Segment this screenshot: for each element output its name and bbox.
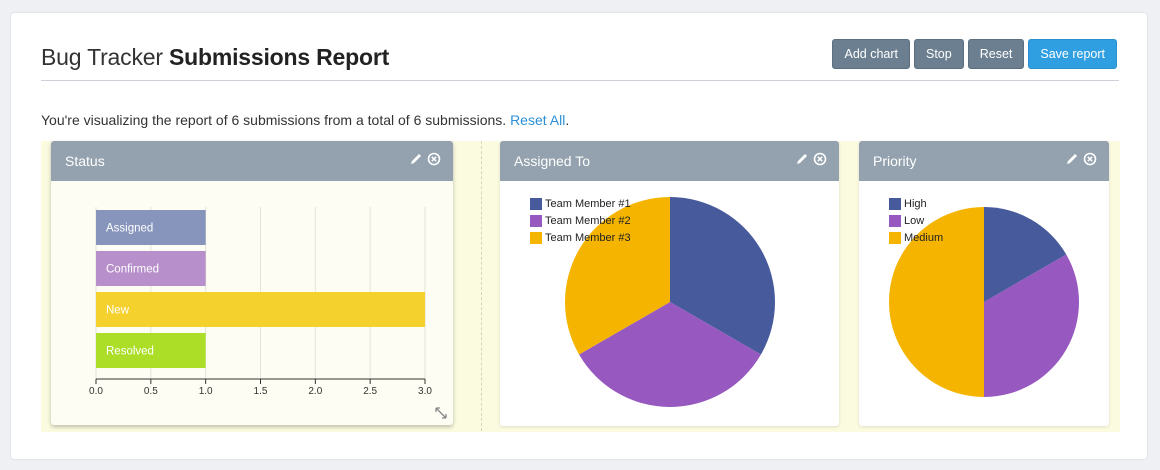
legend-label: Team Member #2 <box>545 214 631 227</box>
bar-label: Assigned <box>106 223 153 235</box>
priority-panel-header[interactable]: Priority <box>859 141 1109 181</box>
legend-item: High <box>889 195 943 212</box>
legend-label: Low <box>904 214 925 227</box>
edit-icon[interactable] <box>1065 152 1079 166</box>
status-panel-header[interactable]: Status <box>51 141 453 181</box>
legend-swatch <box>889 231 901 244</box>
legend-label: Medium <box>904 231 944 244</box>
title-prefix: Bug Tracker <box>41 44 163 70</box>
title-bold: Submissions Report <box>169 44 390 70</box>
legend-item: Medium <box>889 229 943 246</box>
legend-label: Team Member #3 <box>545 231 631 244</box>
assigned-panel-title: Assigned To <box>514 153 591 169</box>
assigned-panel-header[interactable]: Assigned To <box>500 141 839 181</box>
edit-icon[interactable] <box>409 152 423 166</box>
reset-button[interactable]: Reset <box>967 39 1025 69</box>
x-tick-label: 3.0 <box>418 386 432 397</box>
legend-item: Low <box>889 212 943 229</box>
bar[interactable] <box>96 292 425 327</box>
assigned-legend: Team Member #1 Team Member #2 Team Member … <box>530 195 631 246</box>
status-bar-chart: 0.0 0.5 1.0 1.5 2.0 2.5 3.0 Assigned Confirmed Ne… <box>89 207 432 397</box>
legend-swatch <box>530 231 542 244</box>
title-divider <box>41 80 1119 81</box>
resize-handle-icon[interactable] <box>435 407 447 419</box>
close-icon[interactable] <box>813 152 827 166</box>
summary-text: You're visualizing the report of 6 submi… <box>41 112 507 128</box>
legend-swatch <box>889 214 901 227</box>
x-tick-label: 2.5 <box>363 386 377 397</box>
legend-swatch <box>889 197 901 210</box>
legend-label: Team Member #1 <box>545 197 631 210</box>
status-panel-title: Status <box>65 153 105 169</box>
bar-label: Resolved <box>106 346 154 358</box>
priority-panel-title: Priority <box>873 153 917 169</box>
legend-swatch <box>530 197 542 210</box>
legend-label: High <box>904 197 927 210</box>
report-card: Bug Tracker Submissions Report Add chart… <box>10 12 1148 460</box>
reset-all-link[interactable]: Reset All <box>510 112 565 128</box>
legend-item: Team Member #3 <box>530 229 631 246</box>
page-title: Bug Tracker Submissions Report <box>41 44 389 71</box>
assigned-panel[interactable]: Assigned To Team Member #1 Team Member #2… <box>500 141 839 426</box>
close-icon[interactable] <box>427 152 441 166</box>
legend-item: Team Member #2 <box>530 212 631 229</box>
summary-period: . <box>565 112 570 128</box>
chart-board: Status 0.0 0.5 1.0 1.5 2.0 2.5 3.0 Assigned Conf… <box>41 141 1120 432</box>
x-tick-label: 1.5 <box>254 386 268 397</box>
x-tick-label: 2.0 <box>308 386 322 397</box>
edit-icon[interactable] <box>795 152 809 166</box>
priority-panel[interactable]: Priority High Low Medium <box>859 141 1109 426</box>
close-icon[interactable] <box>1083 152 1097 166</box>
bar-label: Confirmed <box>106 264 159 276</box>
stop-button[interactable]: Stop <box>914 39 964 69</box>
save-report-button[interactable]: Save report <box>1028 39 1117 69</box>
add-chart-button[interactable]: Add chart <box>832 39 910 69</box>
legend-swatch <box>530 214 542 227</box>
x-tick-label: 1.0 <box>199 386 213 397</box>
x-tick-label: 0.5 <box>144 386 158 397</box>
status-panel[interactable]: Status 0.0 0.5 1.0 1.5 2.0 2.5 3.0 Assigned Conf… <box>51 141 453 425</box>
bar-label: New <box>106 305 130 317</box>
toolbar: Add chart Stop Reset Save report <box>832 39 1117 69</box>
x-tick-label: 0.0 <box>89 386 103 397</box>
priority-legend: High Low Medium <box>889 195 943 246</box>
legend-item: Team Member #1 <box>530 195 631 212</box>
report-summary: You're visualizing the report of 6 submi… <box>41 112 569 128</box>
